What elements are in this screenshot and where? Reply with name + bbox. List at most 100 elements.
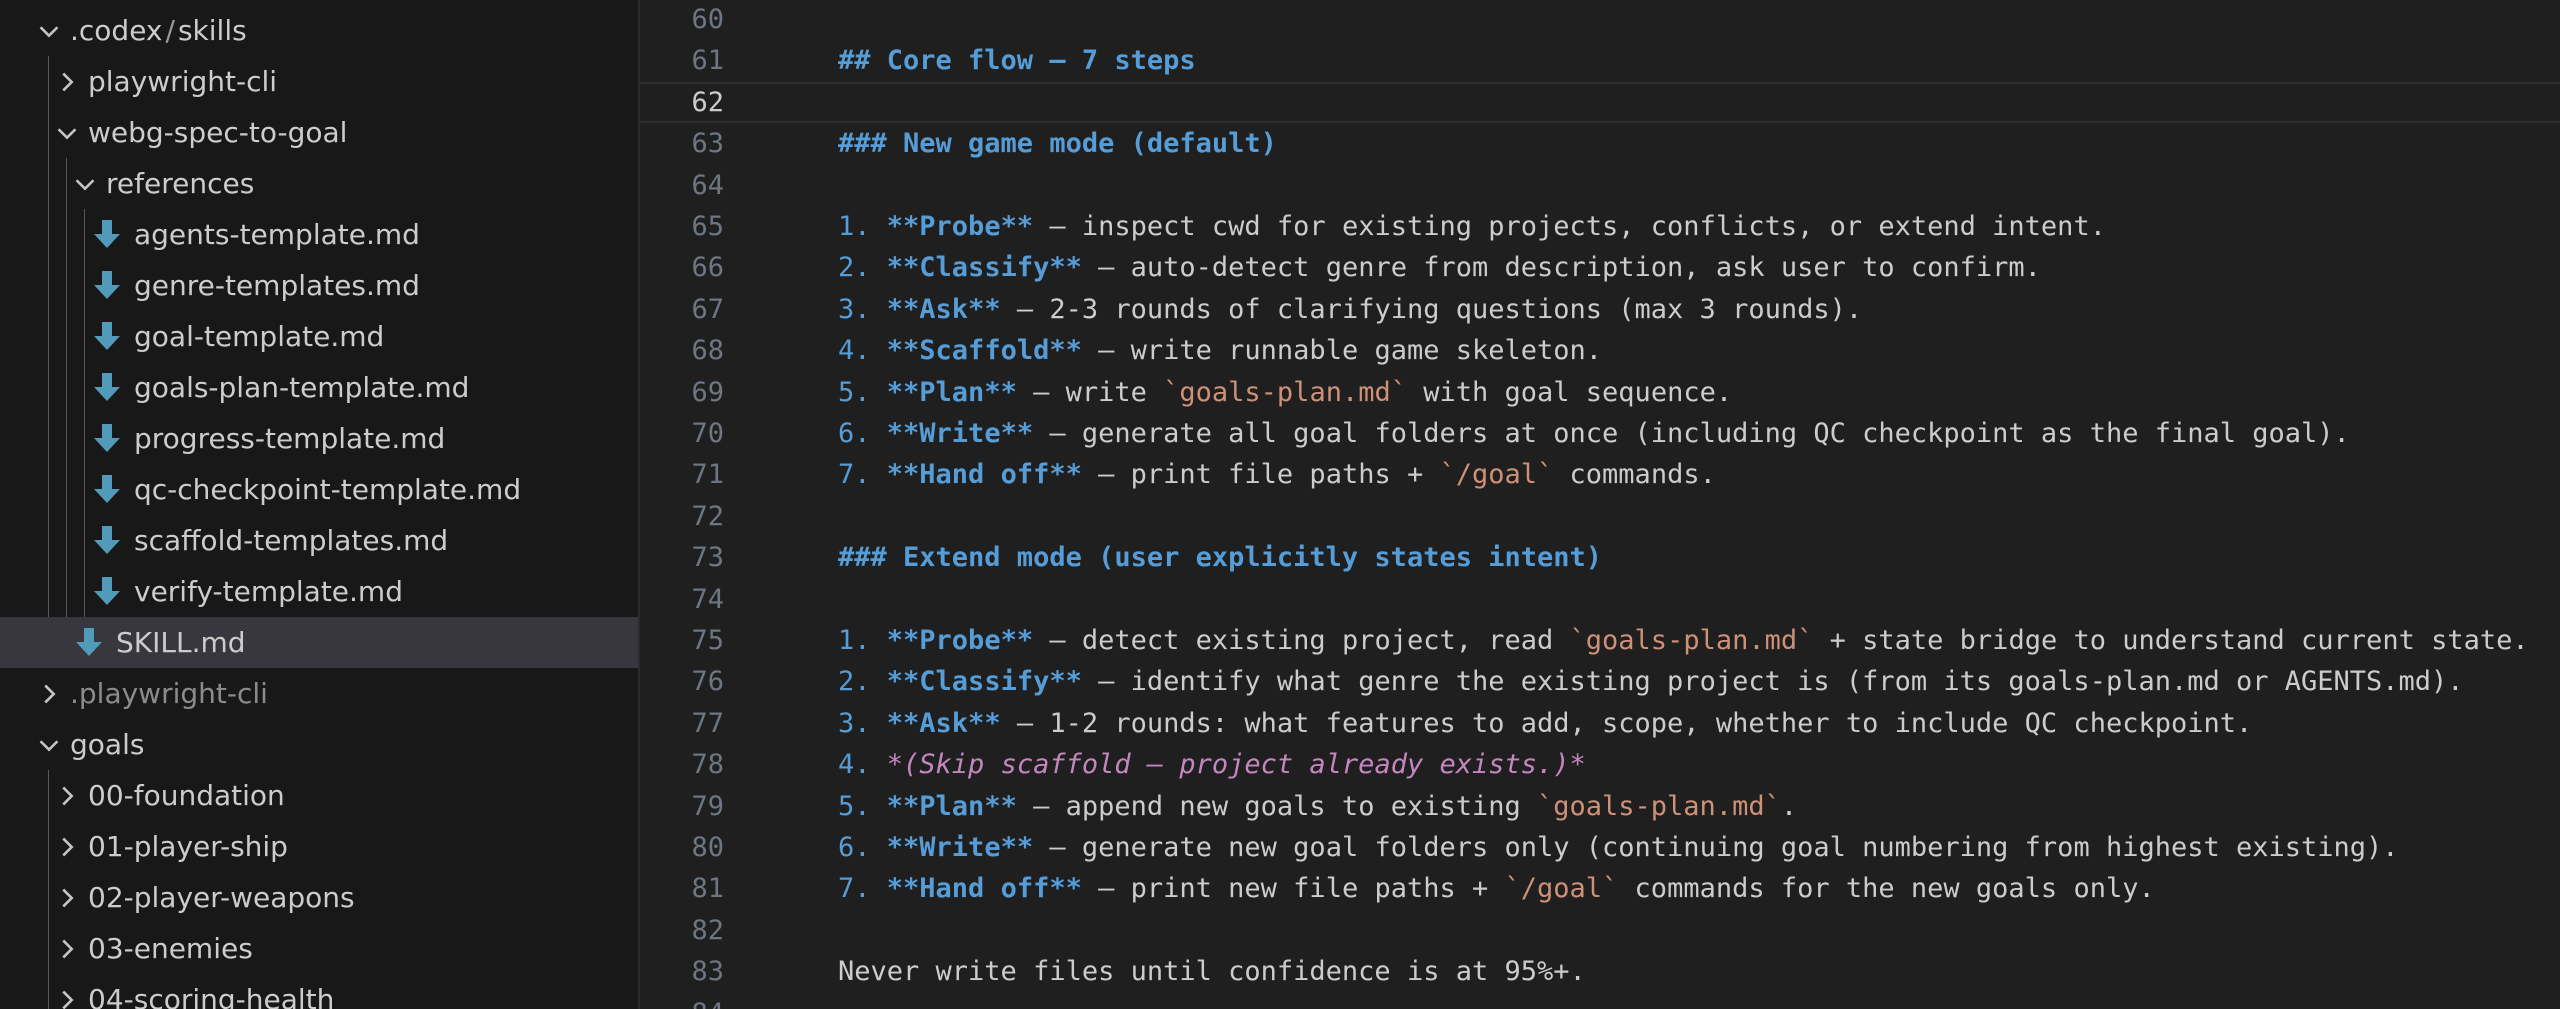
chevron-right-icon[interactable] xyxy=(52,934,82,964)
line-content: 2. **Classify** — identify what genre th… xyxy=(838,666,2464,697)
token-plain: — generate new goal folders only (contin… xyxy=(1033,832,2399,863)
tree-folder-02-player-weapons[interactable]: 02-player-weapons xyxy=(0,872,638,923)
tree-item-label: goal-template.md xyxy=(134,320,385,353)
editor-line[interactable]: 84 xyxy=(640,993,2560,1009)
line-number: 76 xyxy=(691,666,724,698)
editor-line[interactable]: 61 ## Core flow — 7 steps xyxy=(640,40,2560,81)
line-number: 79 xyxy=(691,790,724,822)
explorer-sidebar: .codex / skills playwright-cli webg-spec-to-… xyxy=(0,0,640,1009)
tree-folder-dot-playwright-cli[interactable]: .playwright-cli xyxy=(0,668,638,719)
token-plain: — print file paths + xyxy=(1081,459,1440,491)
markdown-file-icon xyxy=(94,525,120,556)
chevron-right-icon[interactable] xyxy=(34,679,64,709)
editor-line[interactable]: 73 ### Extend mode (user explicitly state… xyxy=(640,537,2560,578)
editor-line[interactable]: 78 4. *(Skip scaffold — project already e… xyxy=(640,744,2560,785)
tree-file-genre-templates[interactable]: genre-templates.md xyxy=(0,260,638,311)
token-bold: **Plan** xyxy=(886,376,1017,408)
editor-line[interactable]: 66 2. **Classify** — auto-detect genre fr… xyxy=(640,247,2560,288)
editor-line[interactable]: 60 xyxy=(640,0,2560,40)
tree-folder-webg-spec-to-goal[interactable]: webg-spec-to-goal xyxy=(0,107,638,158)
tree-item-label: goals xyxy=(70,728,145,761)
token-heading: ### Extend mode (user explicitly states … xyxy=(838,542,1603,574)
line-number: 67 xyxy=(691,293,724,325)
editor-line[interactable]: 62 xyxy=(640,81,2560,123)
chevron-down-icon[interactable] xyxy=(70,169,100,199)
line-content: 6. **Write** — generate all goal folders… xyxy=(838,418,2350,449)
tree-item-label: playwright-cli xyxy=(88,65,278,98)
token-num: 1. xyxy=(838,625,887,656)
editor-line[interactable]: 67 3. **Ask** — 2-3 rounds of clarifying … xyxy=(640,289,2560,330)
tree-folder-04-scoring-health[interactable]: 04-scoring-health xyxy=(0,974,638,1009)
line-number: 64 xyxy=(691,169,724,201)
editor-line[interactable]: 77 3. **Ask** — 1-2 rounds: what features… xyxy=(640,703,2560,744)
tree-file-qc-checkpoint-template[interactable]: qc-checkpoint-template.md xyxy=(0,464,638,515)
markdown-file-icon xyxy=(94,270,120,301)
line-number: 75 xyxy=(691,625,724,656)
chevron-right-icon[interactable] xyxy=(52,67,82,97)
chevron-down-icon[interactable] xyxy=(34,730,64,760)
editor-line[interactable]: 75 1. **Probe** — detect existing project… xyxy=(640,620,2560,661)
editor-line[interactable]: 76 2. **Classify** — identify what genre … xyxy=(640,661,2560,702)
editor-line[interactable]: 72 xyxy=(640,496,2560,537)
tree-file-scaffold-templates[interactable]: scaffold-templates.md xyxy=(0,515,638,566)
editor-line[interactable]: 79 5. **Plan** — append new goals to exis… xyxy=(640,786,2560,827)
chevron-right-icon[interactable] xyxy=(52,985,82,1009)
token-bold: **Hand off** xyxy=(886,459,1082,491)
editor-line[interactable]: 82 xyxy=(640,910,2560,951)
editor-line[interactable]: 74 xyxy=(640,579,2560,620)
line-number: 63 xyxy=(691,128,724,160)
editor-line[interactable]: 81 7. **Hand off** — print new file paths… xyxy=(640,868,2560,909)
token-plain: — identify what genre the existing proje… xyxy=(1081,666,2464,698)
tree-file-skill[interactable]: SKILL.md xyxy=(0,617,638,668)
editor-line[interactable]: 64 xyxy=(640,165,2560,206)
tree-folder-03-enemies[interactable]: 03-enemies xyxy=(0,923,638,974)
tree-item-label: 02-player-weapons xyxy=(88,881,355,914)
chevron-right-icon[interactable] xyxy=(52,883,82,913)
editor-line[interactable]: 63 ### New game mode (default) xyxy=(640,123,2560,164)
editor-line[interactable]: 70 6. **Write** — generate all goal folde… xyxy=(640,413,2560,454)
line-content: 5. **Plan** — append new goals to existi… xyxy=(838,791,1797,822)
token-codespan: `/goal` xyxy=(1504,873,1619,905)
chevron-right-icon[interactable] xyxy=(52,832,82,862)
chevron-down-icon[interactable] xyxy=(34,16,64,46)
tree-item-label: progress-template.md xyxy=(134,422,446,455)
token-bold: **Plan** xyxy=(886,790,1017,822)
editor-line[interactable]: 83 Never write files until confidence is … xyxy=(640,951,2560,992)
tree-folder-codex-skills[interactable]: .codex / skills xyxy=(0,5,638,56)
tree-folder-01-player-ship[interactable]: 01-player-ship xyxy=(0,821,638,872)
token-num: 4. xyxy=(838,749,887,781)
tree-folder-references[interactable]: references xyxy=(0,158,638,209)
line-number: 68 xyxy=(691,335,724,367)
line-content: 7. **Hand off** — print new file paths +… xyxy=(838,873,2155,904)
line-number: 84 xyxy=(640,998,724,1009)
tree-file-goal-template[interactable]: goal-template.md xyxy=(0,311,638,362)
tree-folder-goals[interactable]: goals xyxy=(0,719,638,770)
token-bold: **Ask** xyxy=(886,707,1001,739)
tree-item-label: 03-enemies xyxy=(88,932,253,965)
editor-line[interactable]: 68 4. **Scaffold** — write runnable game … xyxy=(640,330,2560,371)
editor-line[interactable]: 71 7. **Hand off** — print file paths + `… xyxy=(640,454,2560,495)
tree-folder-playwright-cli[interactable]: playwright-cli xyxy=(0,56,638,107)
line-content: 6. **Write** — generate new goal folders… xyxy=(838,832,2399,863)
tree-item-label: genre-templates.md xyxy=(134,269,420,302)
editor-line[interactable]: 69 5. **Plan** — write `goals-plan.md` wi… xyxy=(640,372,2560,413)
token-plain: with goal sequence. xyxy=(1406,376,1733,408)
line-number: 71 xyxy=(691,459,724,491)
token-codespan: `/goal` xyxy=(1439,459,1554,491)
tree-folder-00-foundation[interactable]: 00-foundation xyxy=(0,770,638,821)
editor-pane[interactable]: 60 61 ## Core flow — 7 steps 62 63 ### New ga… xyxy=(640,0,2560,1009)
tree-file-agents-template[interactable]: agents-template.md xyxy=(0,209,638,260)
token-plain: — detect existing project, read xyxy=(1033,625,1570,656)
tree-file-goals-plan-template[interactable]: goals-plan-template.md xyxy=(0,362,638,413)
chevron-right-icon[interactable] xyxy=(52,781,82,811)
token-codespan: `goals-plan.md` xyxy=(1163,376,1407,408)
path-segment: skills xyxy=(177,14,247,47)
editor-line[interactable]: 65 1. **Probe** — inspect cwd for existin… xyxy=(640,206,2560,247)
editor-line[interactable]: 80 6. **Write** — generate new goal folde… xyxy=(640,827,2560,868)
markdown-file-icon xyxy=(94,576,120,607)
tree-file-verify-template[interactable]: verify-template.md xyxy=(0,566,638,617)
tree-item-label: 00-foundation xyxy=(88,779,285,812)
tree-file-progress-template[interactable]: progress-template.md xyxy=(0,413,638,464)
line-content: ## Core flow — 7 steps xyxy=(838,45,1196,76)
chevron-down-icon[interactable] xyxy=(52,118,82,148)
